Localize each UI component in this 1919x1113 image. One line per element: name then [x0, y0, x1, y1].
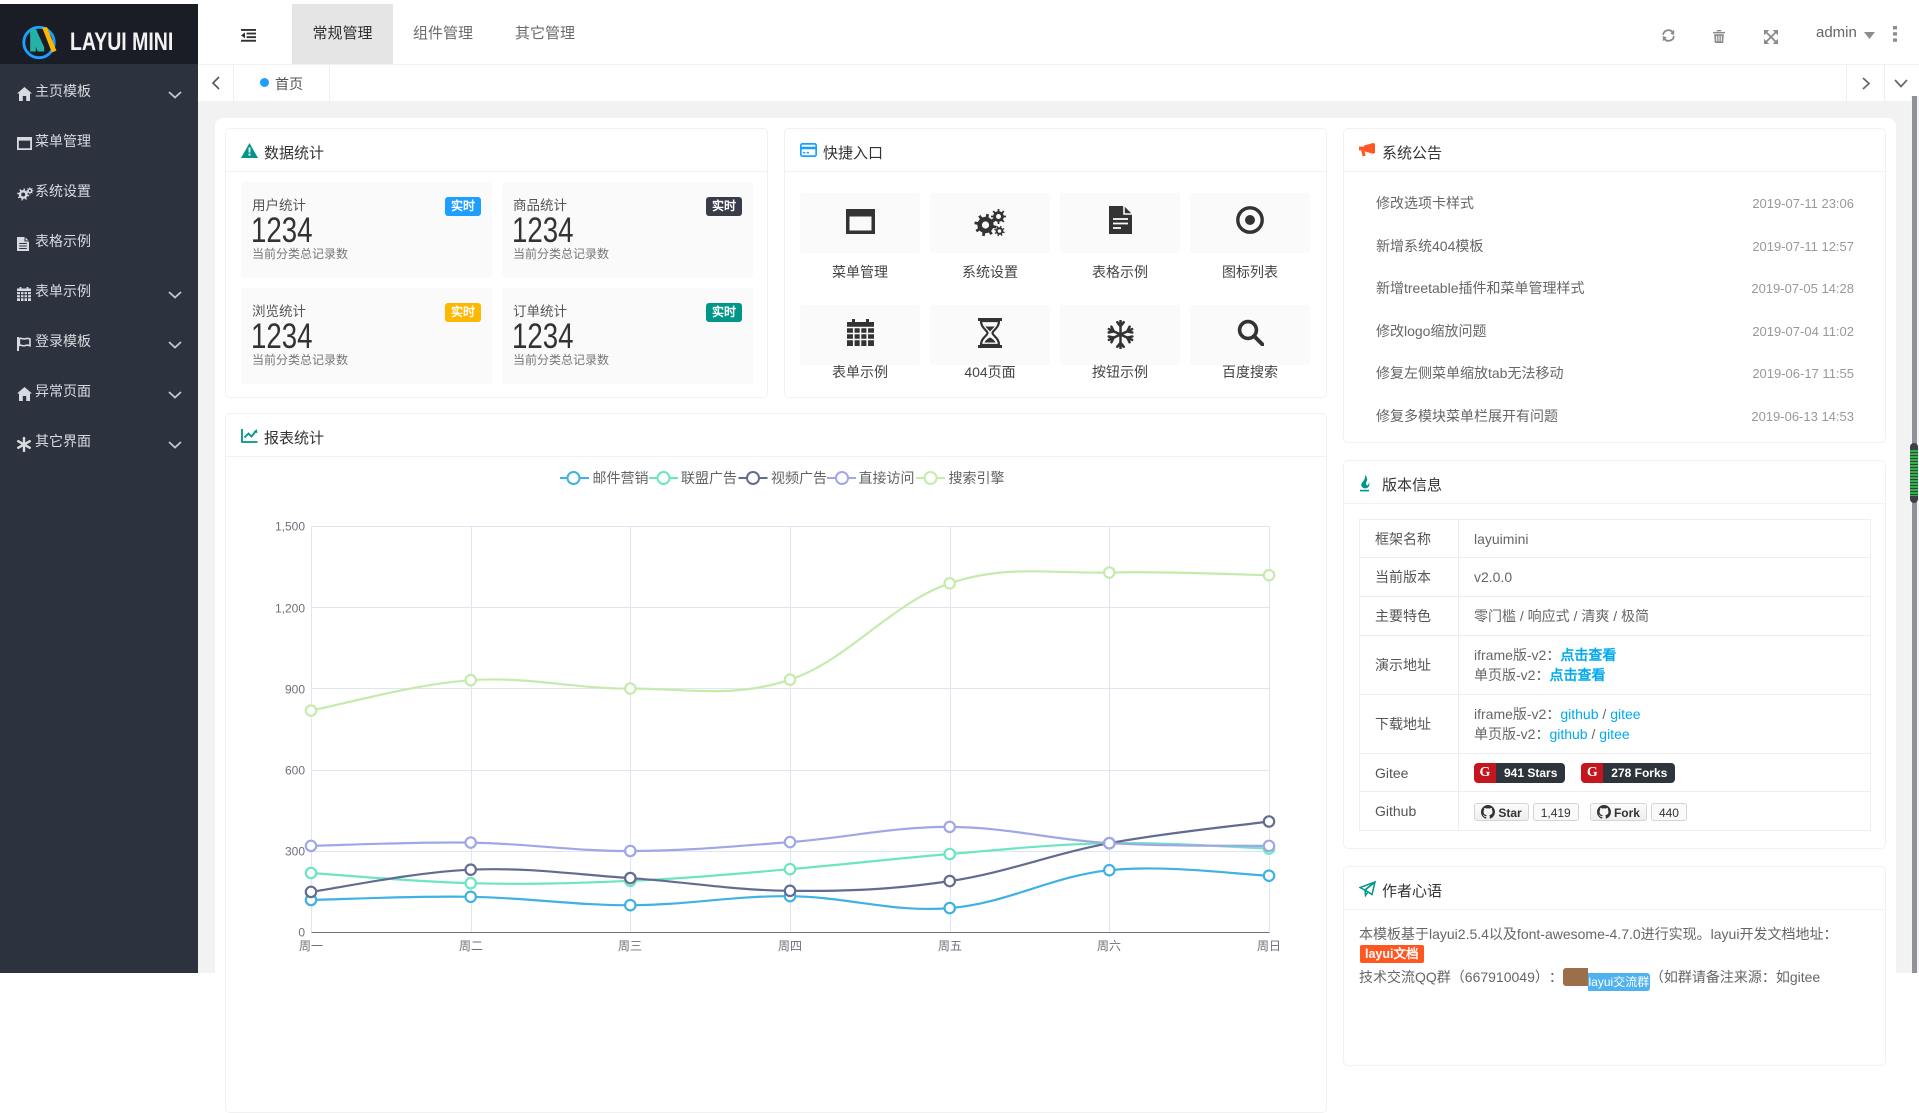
- svg-text:周二: 周二: [459, 939, 483, 953]
- svg-text:邮件营销: 邮件营销: [593, 470, 649, 486]
- svg-text:周日: 周日: [1257, 939, 1281, 953]
- svg-text:周四: 周四: [778, 939, 802, 953]
- svg-text:直接访问: 直接访问: [859, 470, 915, 486]
- svg-text:联盟广告: 联盟广告: [681, 470, 737, 486]
- svg-text:1,200: 1,200: [275, 602, 305, 616]
- svg-text:周六: 周六: [1097, 939, 1121, 953]
- svg-text:0: 0: [298, 926, 305, 940]
- svg-text:900: 900: [285, 683, 305, 697]
- svg-text:周一: 周一: [299, 939, 323, 953]
- svg-text:1,500: 1,500: [275, 520, 305, 534]
- svg-text:600: 600: [285, 764, 305, 778]
- svg-text:周三: 周三: [618, 939, 642, 953]
- svg-text:视频广告: 视频广告: [771, 470, 827, 486]
- svg-text:搜索引擎: 搜索引擎: [949, 470, 1005, 486]
- svg-text:周五: 周五: [938, 939, 962, 953]
- svg-text:300: 300: [285, 845, 305, 859]
